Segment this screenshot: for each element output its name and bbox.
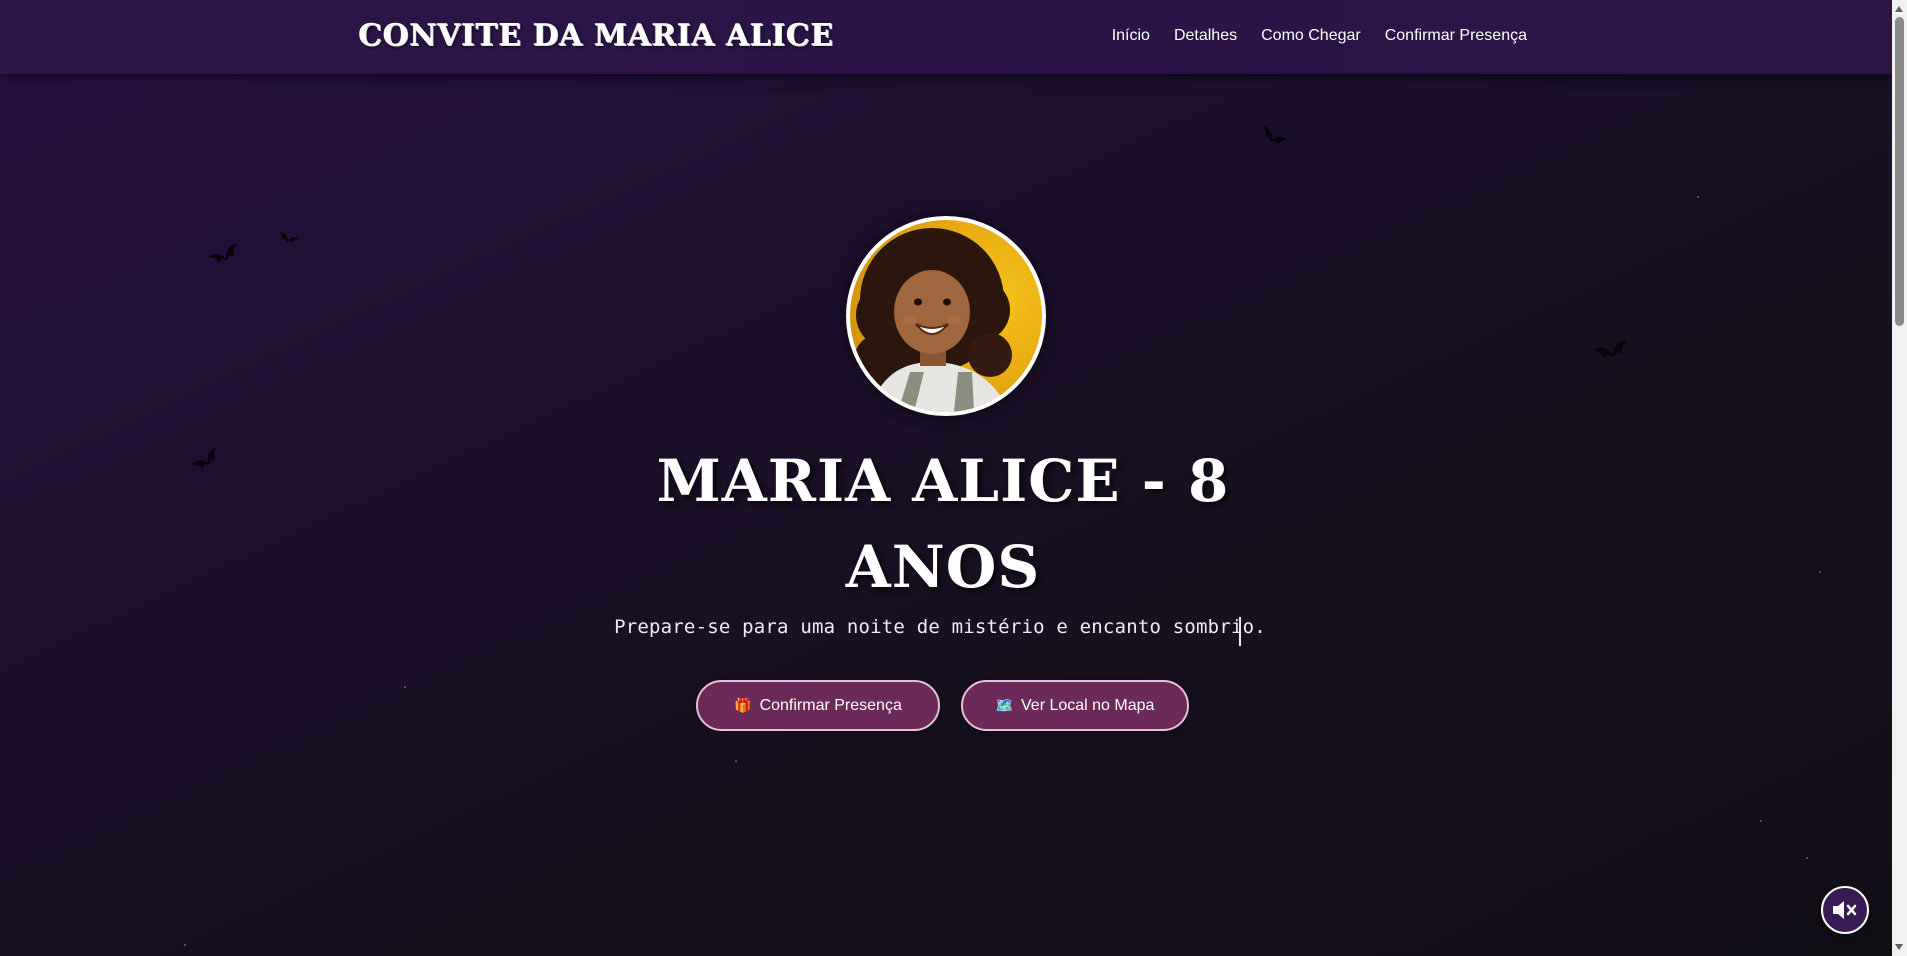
hero-title: MARIA ALICE - 8 ANOS <box>653 438 1233 610</box>
view-map-label: Ver Local no Mapa <box>1021 696 1155 714</box>
page-scrollbar[interactable] <box>1892 0 1907 956</box>
scroll-down-arrow-icon[interactable] <box>1895 944 1903 950</box>
nav-link-como-chegar[interactable]: Como Chegar <box>1261 27 1361 45</box>
nav-link-detalhes[interactable]: Detalhes <box>1174 27 1237 45</box>
hero-subtitle: Prepare-se para uma noite de mistério e … <box>614 616 1266 638</box>
avatar <box>846 216 1046 416</box>
star-dot <box>1806 857 1808 859</box>
star-dot <box>184 944 186 946</box>
hero-title-line-2: ANOS <box>845 533 1041 601</box>
nav-links: Início Detalhes Como Chegar Confirmar Pr… <box>1112 27 1527 45</box>
site-brand[interactable]: CONVITE DA MARIA ALICE <box>358 18 833 53</box>
scrollbar-thumb[interactable] <box>1895 17 1904 326</box>
view-map-button[interactable]: 🗺️ Ver Local no Mapa <box>961 680 1189 731</box>
speaker-muted-icon <box>1833 901 1857 919</box>
star-dot <box>404 686 406 688</box>
star-dot <box>1819 571 1821 573</box>
bat-icon <box>207 243 237 264</box>
star-dot <box>1760 820 1762 822</box>
confirm-presence-label: Confirmar Presença <box>759 696 902 714</box>
navbar: CONVITE DA MARIA ALICE Início Detalhes C… <box>0 0 1892 74</box>
nav-link-inicio[interactable]: Início <box>1112 27 1150 45</box>
bat-icon <box>191 447 217 469</box>
star-dot <box>1697 196 1699 198</box>
hero-title-line-1: MARIA ALICE - 8 <box>656 447 1230 515</box>
map-icon: 🗺️ <box>995 697 1013 713</box>
bat-icon <box>1263 126 1289 145</box>
page: CONVITE DA MARIA ALICE Início Detalhes C… <box>0 0 1907 956</box>
avatar-photo <box>854 228 1012 412</box>
confirm-presence-button[interactable]: 🎁 Confirmar Presença <box>696 680 940 731</box>
nav-link-confirmar-presenca[interactable]: Confirmar Presença <box>1385 27 1527 45</box>
mute-toggle-button[interactable] <box>1821 886 1869 934</box>
bat-icon <box>279 231 300 244</box>
star-dot <box>735 760 737 762</box>
scroll-up-arrow-icon[interactable] <box>1895 6 1903 12</box>
typing-caret <box>1239 617 1241 646</box>
gift-icon: 🎁 <box>734 697 752 713</box>
bat-icon <box>1593 341 1628 359</box>
